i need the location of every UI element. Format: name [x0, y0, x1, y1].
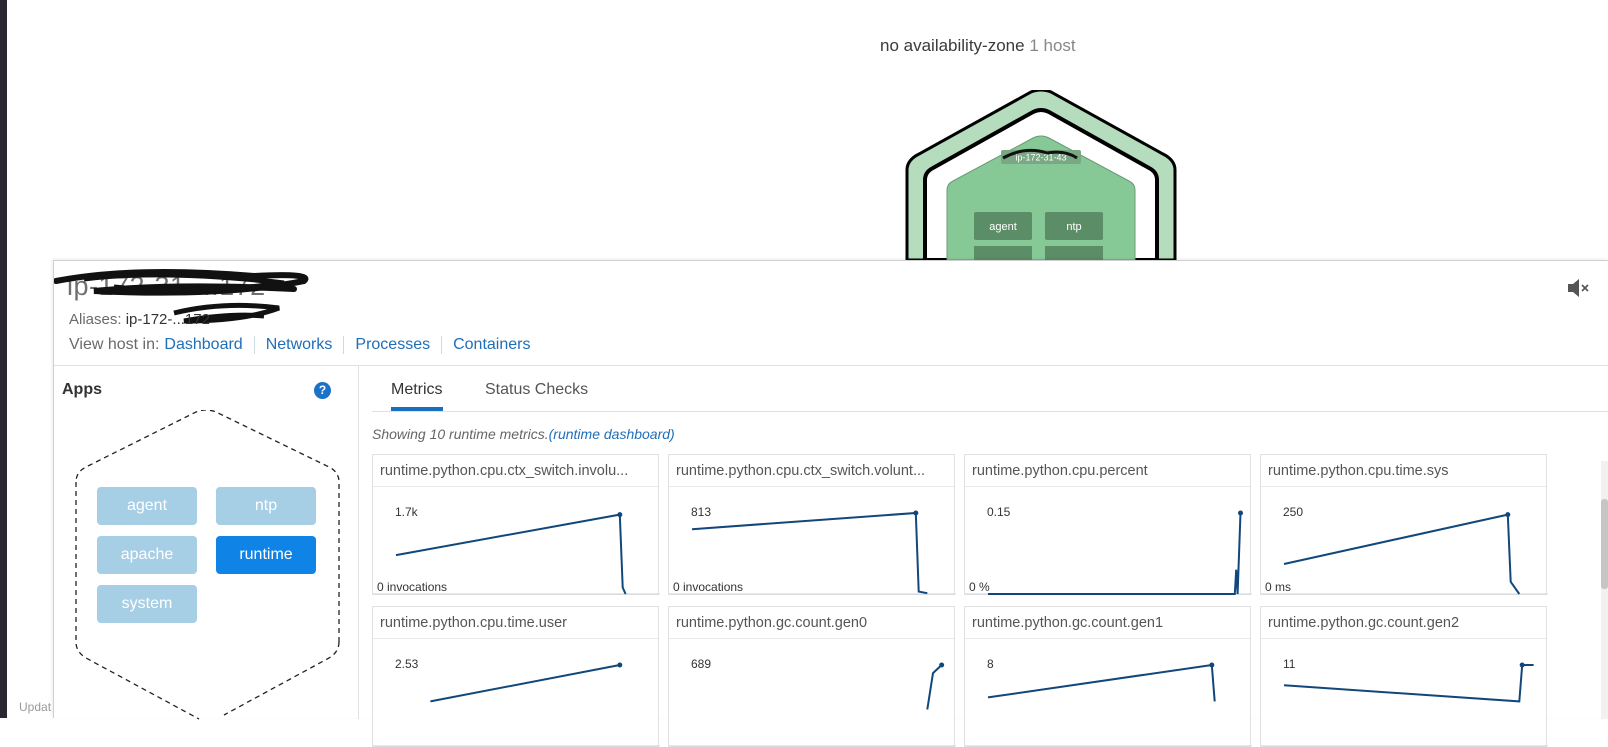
runtime-dashboard-link[interactable]: (runtime dashboard) [549, 426, 675, 442]
metrics-count-text: Showing 10 runtime metrics.(runtime dash… [372, 426, 675, 442]
host-hexagon[interactable]: ip-172-31-43 agent ntp [905, 90, 1195, 260]
metric-card[interactable]: runtime.python.gc.count.gen0 689 [668, 606, 956, 747]
app-agent-button[interactable]: agent [97, 487, 197, 525]
metric-card[interactable]: runtime.python.cpu.ctx_switch.volunt... 8… [668, 454, 956, 595]
showing-text: Showing 10 runtime metrics. [372, 426, 549, 442]
tab-metrics[interactable]: Metrics [391, 381, 443, 411]
hex-host-label-text: ip-172-31-43 [1015, 153, 1066, 163]
metric-card-title: runtime.python.cpu.time.sys [1261, 455, 1546, 487]
zone-host-count: 1 host [1029, 36, 1076, 55]
metric-card[interactable]: runtime.python.cpu.time.user 2.53 [372, 606, 660, 747]
updated-footer: Updat [19, 700, 52, 714]
tab-status-checks[interactable]: Status Checks [485, 381, 588, 411]
metric-card[interactable]: runtime.python.gc.count.gen1 8 [964, 606, 1252, 747]
metric-card-title: runtime.python.cpu.percent [965, 455, 1250, 487]
view-host-links: View host in: Dashboard Networks Process… [69, 336, 530, 354]
zone-header: no availability-zone 1 host [880, 36, 1076, 56]
metric-sparkline[interactable] [373, 487, 660, 595]
metric-series-line [1283, 664, 1534, 703]
hex-app-agent-label: agent [989, 221, 1017, 233]
metric-series-line [1283, 513, 1521, 595]
metrics-scrollbar-thumb[interactable] [1601, 499, 1608, 589]
metric-card-title: runtime.python.cpu.ctx_switch.volunt... [669, 455, 954, 487]
apps-column: Apps ? agent ntp apache runtime system [54, 366, 359, 720]
host-detail-panel: ip-172-31-...172 Aliases: ip-172-...172 … [53, 260, 1608, 747]
metric-card-title: runtime.python.gc.count.gen1 [965, 607, 1250, 639]
metric-series-line [926, 664, 943, 710]
metric-card[interactable]: runtime.python.gc.count.gen2 11 [1260, 606, 1548, 747]
metric-sparkline[interactable] [1261, 487, 1548, 595]
metric-latest-point [617, 662, 623, 668]
link-separator [441, 336, 443, 354]
processes-link[interactable]: Processes [355, 336, 430, 354]
hex-host-label: ip-172-31-43 [1001, 148, 1081, 164]
metric-series-line [430, 664, 620, 703]
metric-series-line [691, 511, 928, 595]
metric-latest-point [1238, 510, 1244, 516]
metric-sparkline[interactable] [669, 487, 956, 595]
link-separator [253, 336, 255, 354]
hex-app-ntp-label: ntp [1066, 221, 1081, 233]
metric-card[interactable]: runtime.python.cpu.time.sys 250 0 ms [1260, 454, 1548, 595]
metrics-tabs: Metrics Status Checks [372, 366, 1608, 412]
apps-title: Apps [62, 381, 102, 398]
metric-latest-point [913, 510, 919, 516]
metric-card[interactable]: runtime.python.cpu.ctx_switch.involu... 1… [372, 454, 660, 595]
aliases-label: Aliases: [69, 311, 122, 328]
metric-latest-point [1519, 662, 1525, 668]
metric-series-line [987, 663, 1216, 702]
metric-card-title: runtime.python.gc.count.gen2 [1261, 607, 1546, 639]
metric-sparkline[interactable] [965, 487, 1252, 595]
zone-name: no availability-zone [880, 36, 1025, 55]
hex-app-ntp[interactable]: ntp [1045, 212, 1103, 240]
app-apache-button[interactable]: apache [97, 536, 197, 574]
metric-card-title: runtime.python.cpu.time.user [373, 607, 658, 639]
metric-latest-point [1505, 512, 1511, 518]
metric-sparkline[interactable] [965, 639, 1252, 747]
speaker-muted-icon[interactable] [1566, 277, 1590, 299]
view-host-label: View host in: [69, 336, 160, 353]
app-runtime-button[interactable]: runtime [216, 536, 316, 574]
metric-series-line [988, 512, 1242, 595]
metric-card-title: runtime.python.gc.count.gen0 [669, 607, 954, 639]
window-edge [0, 0, 7, 718]
metric-series-line [395, 513, 627, 595]
metric-latest-point [939, 662, 945, 668]
metric-latest-point [617, 512, 623, 518]
link-separator [343, 336, 345, 354]
app-ntp-button[interactable]: ntp [216, 487, 316, 525]
metric-latest-point [1209, 662, 1215, 668]
networks-link[interactable]: Networks [266, 336, 333, 354]
metric-card[interactable]: runtime.python.cpu.percent 0.15 0 % [964, 454, 1252, 595]
hex-app-agent[interactable]: agent [974, 212, 1032, 240]
containers-link[interactable]: Containers [453, 336, 530, 354]
host-aliases: Aliases: ip-172-...172 [69, 311, 210, 328]
host-title: ip-172-31-...172 [67, 271, 266, 301]
dashboard-link[interactable]: Dashboard [164, 336, 242, 354]
aliases-value: ip-172-...172 [125, 311, 210, 328]
metric-sparkline[interactable] [1261, 639, 1548, 747]
help-icon[interactable]: ? [314, 382, 331, 399]
metric-sparkline[interactable] [373, 639, 660, 747]
app-system-button[interactable]: system [97, 585, 197, 623]
metric-sparkline[interactable] [669, 639, 956, 747]
metric-card-title: runtime.python.cpu.ctx_switch.involu... [373, 455, 658, 487]
